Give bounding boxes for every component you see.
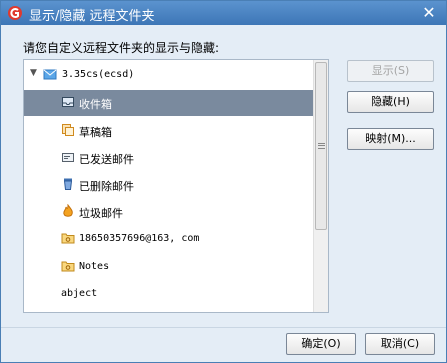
instruction-label: 请您自定义远程文件夹的显示与隐藏: <box>23 41 220 55</box>
tree-folder-drafts[interactable]: 草稿箱 <box>24 118 314 144</box>
tree-folder-trash[interactable]: 已删除邮件 <box>24 172 314 198</box>
folder-label: 已删除邮件 <box>79 180 134 193</box>
sent-icon <box>62 153 74 162</box>
tree-folder-163[interactable]: 18650357696@163, com <box>24 226 314 252</box>
cancel-button[interactable]: 取消(C) <box>365 333 435 355</box>
folder-label: abject <box>61 288 98 299</box>
tree-folder-notes[interactable]: Notes <box>24 254 314 280</box>
folder-tree[interactable]: ▼ 3.35cs(ecsd) 收件箱 草稿箱 已发送邮件 已删除邮件 垃圾邮件 … <box>23 59 329 313</box>
grip-icon <box>318 143 325 149</box>
folder-label: 18650357696@163, com <box>79 233 200 244</box>
window-title: 显示/隐藏 远程文件夹 <box>29 9 155 24</box>
close-icon: ✕ <box>422 3 436 22</box>
folder-icon <box>61 233 75 244</box>
trash-icon <box>63 178 73 190</box>
tree-scrollbar[interactable] <box>313 60 328 312</box>
mail-account-icon <box>43 69 57 80</box>
folder-label: 已发送邮件 <box>79 153 134 166</box>
drafts-icon <box>62 124 74 136</box>
tree-folder-inbox[interactable]: 收件箱 <box>24 90 314 116</box>
folder-label: 草稿箱 <box>79 126 112 139</box>
folder-icon <box>61 261 75 272</box>
folder-label: 垃圾邮件 <box>79 207 123 220</box>
tree-folder-junk[interactable]: 垃圾邮件 <box>24 199 314 225</box>
close-button[interactable]: ✕ <box>420 4 438 22</box>
ok-button[interactable]: 确定(O) <box>286 333 356 355</box>
junk-icon <box>63 204 73 217</box>
dialog-window: 显示/隐藏 远程文件夹 ✕ 请您自定义远程文件夹的显示与隐藏: ▼ 3.35cs… <box>0 0 447 363</box>
show-button[interactable]: 显示(S) <box>347 60 434 82</box>
tree-folder-abject[interactable]: abject <box>24 281 314 307</box>
tree-account-node[interactable]: ▼ 3.35cs(ecsd) <box>24 62 314 88</box>
scrollbar-thumb[interactable] <box>315 62 327 230</box>
hide-button[interactable]: 隐藏(H) <box>347 91 434 113</box>
app-logo-icon <box>8 6 22 20</box>
folder-label: 收件箱 <box>79 98 112 111</box>
account-label: 3.35cs(ecsd) <box>62 69 135 80</box>
folder-label: Notes <box>79 261 110 272</box>
map-button[interactable]: 映射(M)... <box>347 128 434 150</box>
title-bar[interactable]: 显示/隐藏 远程文件夹 ✕ <box>1 1 446 25</box>
tree-folder-sent[interactable]: 已发送邮件 <box>24 145 314 171</box>
expand-toggle-icon[interactable]: ▼ <box>30 68 37 78</box>
inbox-icon <box>62 97 74 107</box>
